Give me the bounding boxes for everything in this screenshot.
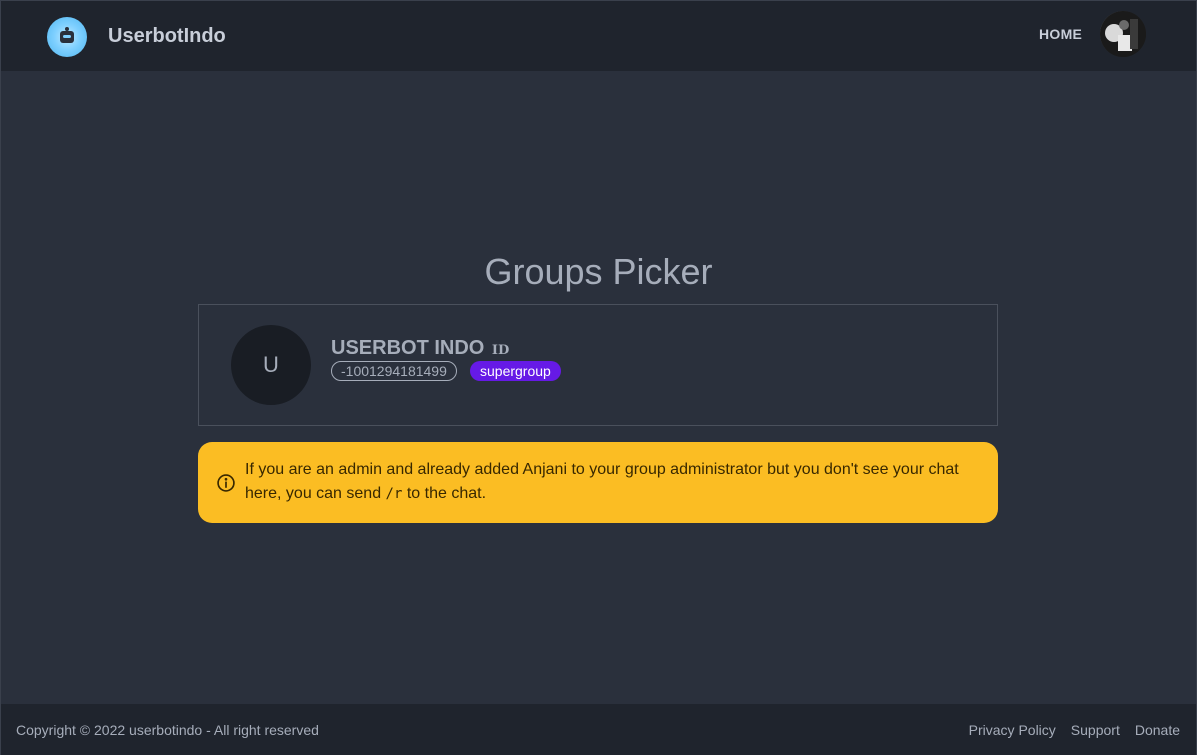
nav-home-link[interactable]: HOME [1039,26,1082,42]
page-title: Groups Picker [484,251,713,292]
footer-links: Privacy Policy Support Donate [969,722,1180,738]
privacy-policy-link[interactable]: Privacy Policy [969,722,1056,738]
group-id-badge: -1001294181499 [331,361,457,381]
brand-name[interactable]: UserbotIndo [108,25,226,48]
id-tag: ID [491,343,510,358]
navbar: UserbotIndo HOME [1,1,1196,71]
group-name: USERBOT INDO ID [331,337,509,360]
user-avatar[interactable] [1100,11,1146,57]
support-link[interactable]: Support [1071,722,1120,738]
robot-icon[interactable] [47,17,87,57]
alert-command: /r [385,486,403,502]
alert-text-after: to the chat. [402,485,487,502]
info-icon [217,474,235,492]
group-type-badge: supergroup [470,361,561,381]
footer: Copyright © 2022 userbotindo - All right… [1,704,1196,755]
info-alert: If you are an admin and already added An… [198,442,998,523]
group-card[interactable]: U USERBOT INDO ID -1001294181499 supergr… [198,304,998,426]
group-name-text: USERBOT INDO [331,337,485,359]
alert-text-before: If you are an admin and already added An… [245,461,959,502]
alert-message: If you are an admin and already added An… [245,458,985,506]
copyright-text: Copyright © 2022 userbotindo - All right… [16,722,319,738]
group-avatar: U [231,325,311,405]
donate-link[interactable]: Donate [1135,722,1180,738]
